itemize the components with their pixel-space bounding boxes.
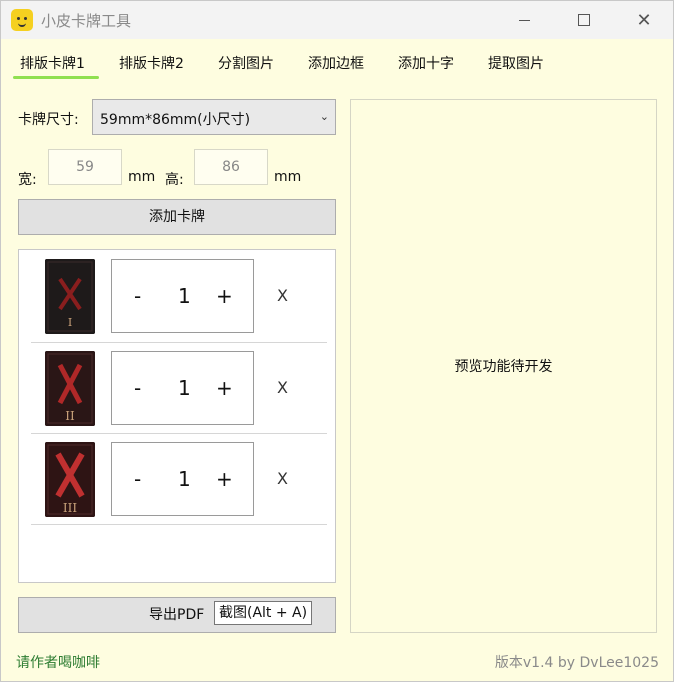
row-divider: [31, 524, 327, 525]
quantity-stepper: - 1 +: [111, 351, 254, 425]
card-thumbnail: III: [45, 442, 95, 517]
card-thumbnail: I: [45, 259, 95, 334]
card-row: II - 1 + X: [19, 342, 335, 433]
active-tab-indicator: [13, 76, 99, 79]
card-numeral: I: [68, 316, 72, 329]
buy-coffee-link[interactable]: 请作者喝咖啡: [16, 652, 100, 672]
card-numeral: III: [63, 501, 77, 515]
decrement-button[interactable]: -: [134, 284, 141, 308]
tab-extract-image[interactable]: 提取图片: [488, 53, 544, 73]
remove-card-button[interactable]: X: [277, 469, 288, 488]
title-bar: 小皮卡牌工具 ✕: [1, 1, 673, 39]
height-label: 高:: [165, 172, 184, 188]
card-numeral: II: [65, 409, 75, 423]
card-size-select[interactable]: 59mm*86mm(小尺寸) ⌄: [92, 99, 336, 135]
minimize-button[interactable]: [501, 1, 547, 39]
quantity-stepper: - 1 +: [111, 259, 254, 333]
minimize-icon: [518, 19, 530, 21]
maximize-button[interactable]: [561, 1, 607, 39]
increment-button[interactable]: +: [216, 467, 233, 491]
maximize-icon: [578, 14, 590, 26]
version-label: 版本v1.4 by DvLee1025: [494, 655, 659, 671]
quantity-stepper: - 1 +: [111, 442, 254, 516]
quantity-value: 1: [178, 284, 191, 308]
tab-split-image[interactable]: 分割图片: [218, 53, 274, 73]
tab-layout-1[interactable]: 排版卡牌1: [20, 53, 85, 73]
card-thumbnail: II: [45, 351, 95, 426]
export-pdf-label: 导出PDF: [149, 607, 205, 623]
app-window: 小皮卡牌工具 ✕ 排版卡牌1 排版卡牌2 分割图片 添加边框 添加十字 提取图片…: [0, 0, 674, 682]
increment-button[interactable]: +: [216, 284, 233, 308]
close-icon: ✕: [636, 9, 652, 31]
tab-bar: 排版卡牌1 排版卡牌2 分割图片 添加边框 添加十字 提取图片: [1, 47, 673, 81]
quantity-value: 1: [178, 376, 191, 400]
window-title: 小皮卡牌工具: [41, 12, 132, 30]
card-row: I - 1 + X: [19, 250, 335, 341]
height-input[interactable]: 86: [194, 149, 268, 185]
remove-card-button[interactable]: X: [277, 286, 288, 305]
card-size-label: 卡牌尺寸:: [18, 112, 79, 128]
height-unit: mm: [274, 169, 302, 185]
increment-button[interactable]: +: [216, 376, 233, 400]
close-button[interactable]: ✕: [621, 1, 667, 39]
card-size-value: 59mm*86mm(小尺寸): [100, 112, 251, 128]
preview-panel: 预览功能待开发: [350, 99, 657, 633]
preview-placeholder: 预览功能待开发: [454, 359, 553, 375]
card-list[interactable]: I - 1 + X II - 1 + X III - 1 + X: [18, 249, 336, 583]
card-row: III - 1 + X: [19, 433, 335, 524]
quantity-value: 1: [178, 467, 191, 491]
decrement-button[interactable]: -: [134, 376, 141, 400]
screenshot-tooltip: 截图(Alt + A): [214, 601, 313, 625]
width-input[interactable]: 59: [48, 149, 122, 185]
decrement-button[interactable]: -: [134, 467, 141, 491]
tab-add-border[interactable]: 添加边框: [308, 53, 364, 73]
remove-card-button[interactable]: X: [277, 378, 288, 397]
chevron-down-icon: ⌄: [319, 110, 329, 123]
width-label: 宽:: [18, 172, 37, 188]
tab-layout-2[interactable]: 排版卡牌2: [119, 53, 184, 73]
add-card-button[interactable]: 添加卡牌: [18, 199, 336, 235]
width-unit: mm: [128, 169, 156, 185]
tab-add-cross[interactable]: 添加十字: [398, 53, 454, 73]
app-logo-icon: [11, 9, 33, 31]
